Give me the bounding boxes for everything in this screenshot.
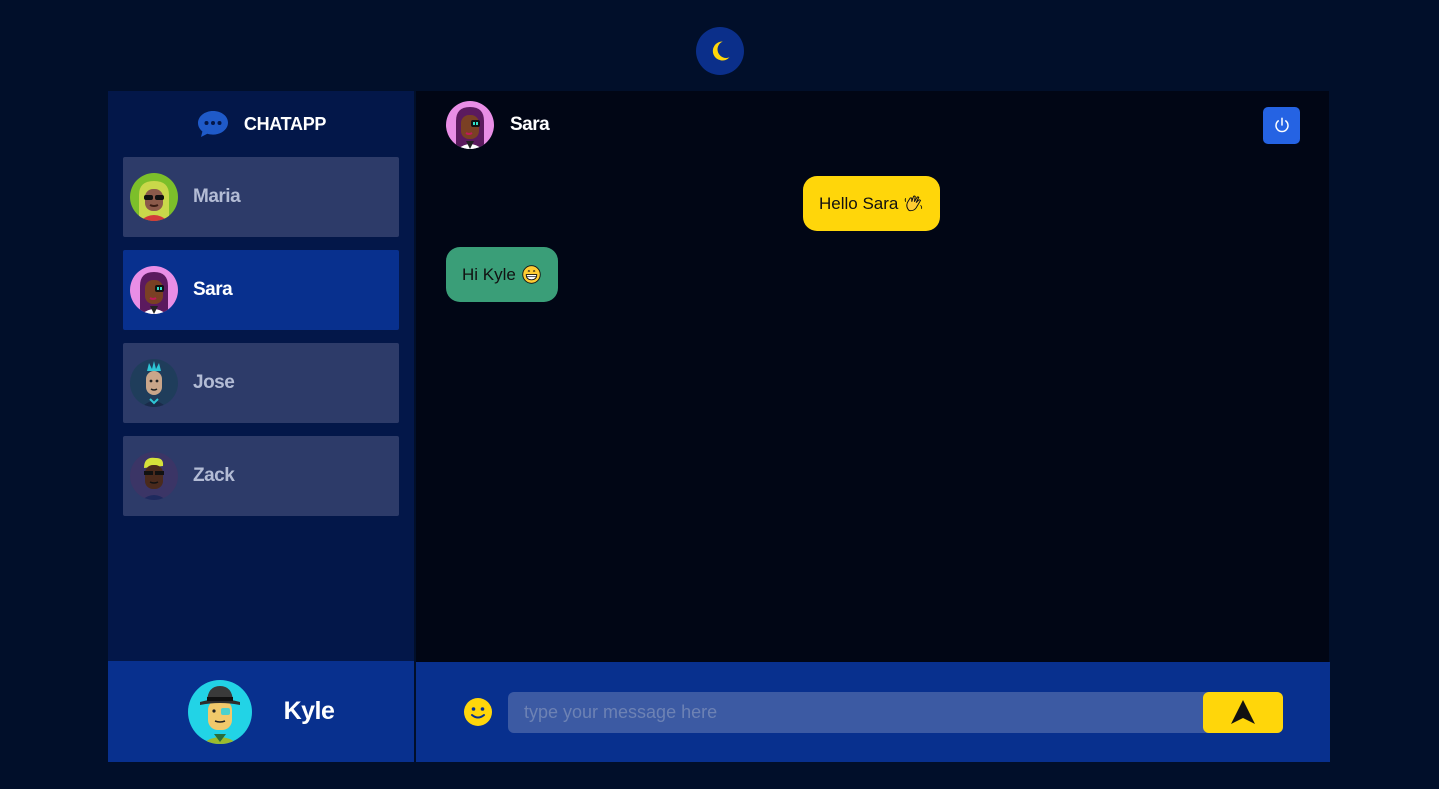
moon-icon bbox=[712, 41, 730, 61]
contact-name: Sara bbox=[193, 279, 233, 300]
avatar bbox=[130, 173, 178, 221]
smiley-icon[interactable] bbox=[463, 697, 493, 727]
contact-item-maria[interactable]: Maria bbox=[123, 157, 399, 237]
chat-app: CHATAPP Maria Sara Jose Zack Kyle Sara H… bbox=[108, 91, 1330, 762]
send-arrow-icon bbox=[1231, 700, 1255, 724]
avatar bbox=[130, 266, 178, 314]
message-text: Hello Sara bbox=[819, 193, 899, 213]
grinning-face-icon bbox=[522, 265, 541, 284]
current-user-name: Kyle bbox=[283, 697, 335, 725]
message-sent: Hello Sara bbox=[803, 176, 941, 231]
chat-bubble-icon bbox=[197, 111, 228, 137]
avatar bbox=[130, 359, 178, 407]
message-input[interactable] bbox=[508, 691, 1203, 733]
contact-list: Maria Sara Jose Zack bbox=[108, 157, 414, 516]
contact-item-jose[interactable]: Jose bbox=[123, 343, 399, 423]
contact-name: Zack bbox=[193, 465, 235, 486]
power-icon bbox=[1274, 117, 1289, 133]
chat-contact-avatar bbox=[446, 101, 494, 149]
sidebar: CHATAPP Maria Sara Jose Zack Kyle bbox=[108, 91, 414, 762]
message-list: Hello Sara Hi Kyle bbox=[416, 159, 1329, 662]
current-user-avatar bbox=[187, 679, 252, 744]
message-input-wrapper bbox=[508, 691, 1283, 733]
current-user-panel: Kyle bbox=[108, 661, 414, 762]
chat-contact-name: Sara bbox=[510, 114, 550, 135]
message-text: Hi Kyle bbox=[462, 264, 516, 284]
contact-name: Maria bbox=[193, 186, 241, 207]
contact-name: Jose bbox=[193, 372, 235, 393]
app-title: CHATAPP bbox=[243, 113, 327, 134]
chat-header: Sara bbox=[416, 91, 1329, 159]
avatar bbox=[130, 452, 178, 500]
waving-hand-icon bbox=[905, 195, 923, 212]
message-received: Hi Kyle bbox=[446, 247, 558, 302]
logout-button[interactable] bbox=[1263, 106, 1300, 144]
chat-panel: Sara Hello Sara Hi Kyle bbox=[416, 91, 1330, 762]
contact-item-sara[interactable]: Sara bbox=[123, 250, 399, 330]
send-button[interactable] bbox=[1203, 691, 1283, 733]
theme-toggle-button[interactable] bbox=[696, 27, 744, 75]
brand: CHATAPP bbox=[108, 91, 414, 157]
message-composer bbox=[416, 662, 1330, 762]
contact-item-zack[interactable]: Zack bbox=[123, 436, 399, 516]
